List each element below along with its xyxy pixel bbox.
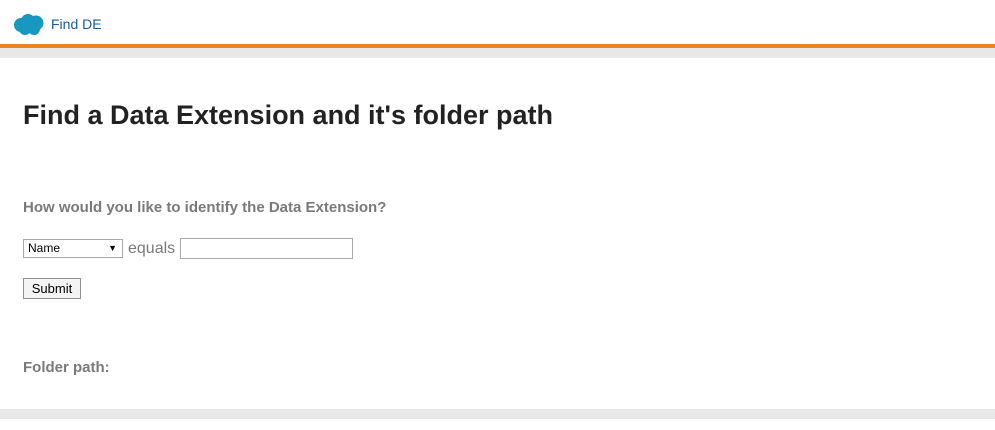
search-value-input[interactable] xyxy=(180,238,354,259)
operator-label: equals xyxy=(128,239,176,257)
field-select-value: Name xyxy=(28,241,61,255)
submit-button[interactable]: Submit xyxy=(23,278,81,299)
field-select[interactable]: Name ▼ xyxy=(23,239,123,258)
page-title: Find a Data Extension and it's folder pa… xyxy=(23,100,553,130)
salesforce-cloud-icon xyxy=(14,14,44,35)
folder-path-label: Folder path: xyxy=(23,359,110,376)
dropdown-arrow-icon: ▼ xyxy=(108,243,117,253)
app-header: Find DE xyxy=(0,0,995,44)
search-criteria-row: Name ▼ equals xyxy=(23,238,354,259)
identify-question: How would you like to identify the Data … xyxy=(23,199,387,216)
header-shadow-band xyxy=(0,48,995,58)
footer-band xyxy=(0,409,995,419)
app-title: Find DE xyxy=(51,16,102,32)
